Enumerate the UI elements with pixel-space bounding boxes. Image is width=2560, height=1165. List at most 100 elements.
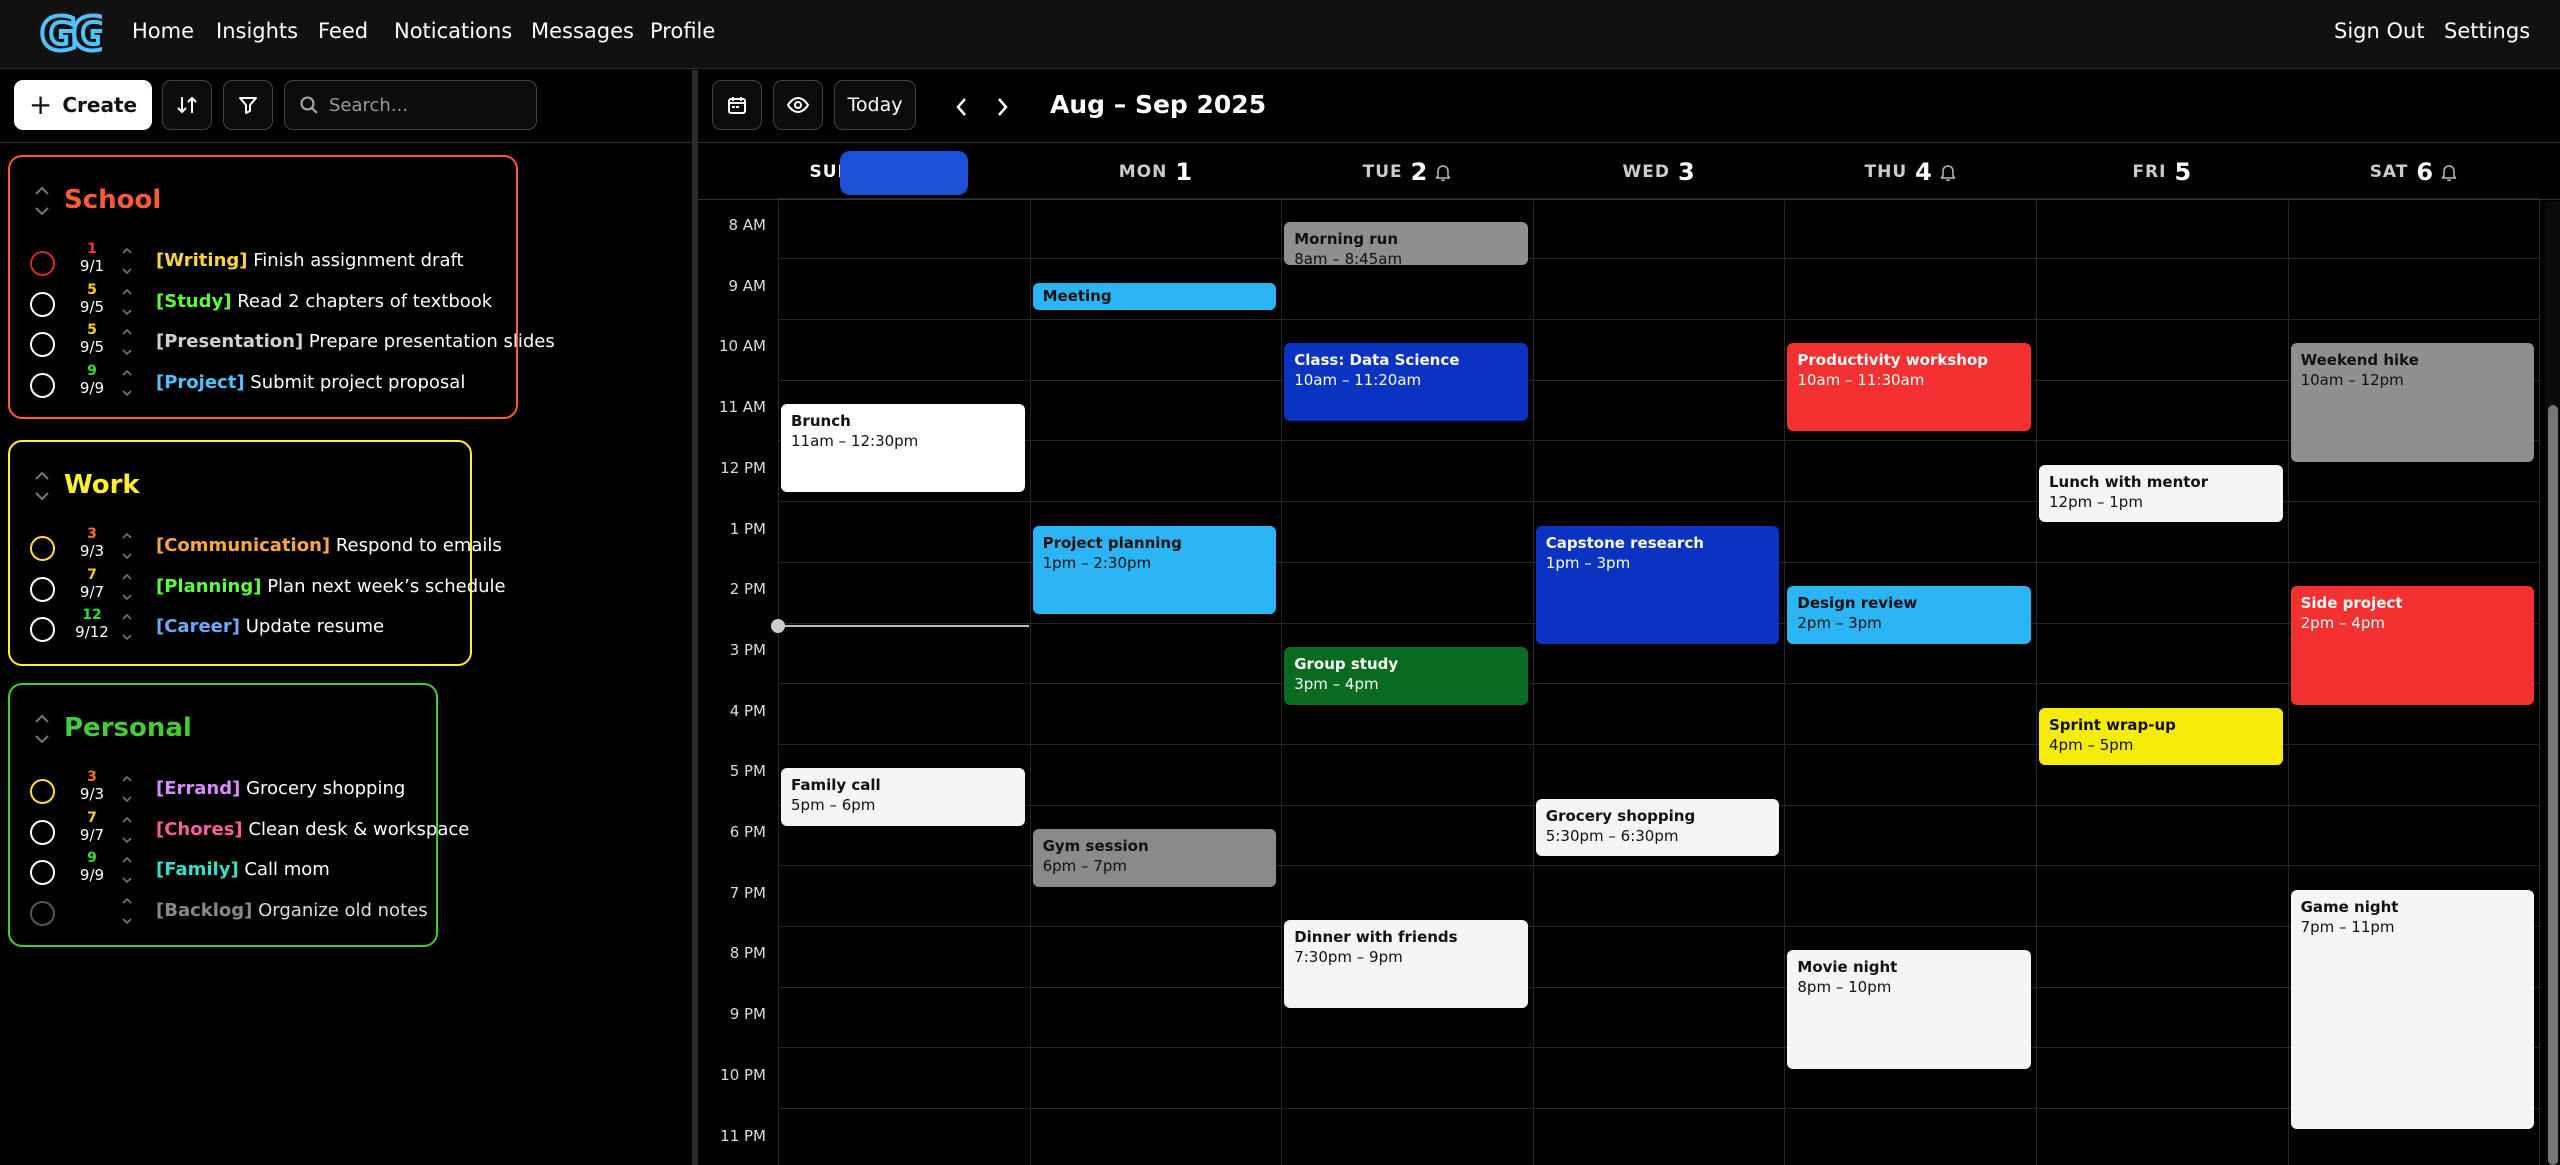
calendar-event[interactable]: Lunch with mentor 12pm – 1pm (2039, 464, 2283, 523)
calendar-event[interactable]: Weekend hike 10am – 12pm (2290, 343, 2535, 462)
task-checkbox[interactable] (30, 372, 55, 398)
calendar-event[interactable]: Class: Data Science 10am – 11:20am (1284, 343, 1528, 422)
day-header-wed[interactable]: WED 3 (1533, 144, 1785, 200)
task-item[interactable]: 12 9/12 [Career] Update resume (10, 607, 470, 647)
task-item[interactable]: 3 9/3 [Communication] Respond to emails (10, 526, 502, 566)
logo[interactable]: GG (40, 10, 102, 58)
task-text: Respond to emails (335, 535, 502, 556)
task-item[interactable]: 9 9/9 [Project] Submit project proposal (10, 363, 516, 403)
task-item[interactable]: 1 9/1 [Writing] Finish assignment draft (10, 241, 516, 281)
task-checkbox[interactable] (30, 536, 55, 561)
create-button[interactable]: + Create (14, 80, 152, 130)
reorder-group-icon[interactable] (32, 466, 52, 506)
hour-label: 3 PM (729, 640, 766, 659)
scrollbar-thumb[interactable] (2548, 405, 2558, 1165)
reorder-group-icon[interactable] (32, 181, 52, 221)
calendar-event[interactable]: Brunch 11am – 12:30pm (781, 404, 1025, 493)
calendar-event[interactable]: Gym session 6pm – 7pm (1032, 829, 1277, 887)
task-checkbox[interactable] (30, 251, 55, 276)
event-title: Game night (2300, 897, 2399, 916)
event-title: Dinner with friends (1294, 928, 1458, 947)
hour-label: 12 PM (720, 458, 766, 477)
day-date: 1 (1175, 158, 1193, 186)
day-header-mon[interactable]: MON 1 (1030, 144, 1282, 200)
reorder-task-icon[interactable] (120, 771, 134, 807)
nav-home[interactable]: Home (132, 19, 194, 43)
bell-icon[interactable] (1435, 163, 1451, 181)
task-checkbox[interactable] (30, 860, 55, 885)
reorder-task-icon[interactable] (120, 609, 134, 645)
calendar-event[interactable]: Morning run 8am – 8:45am (1284, 222, 1528, 265)
search-input[interactable] (329, 81, 529, 129)
hour-label: 11 AM (718, 398, 766, 417)
calendar-event[interactable]: Design review 2pm – 3pm (1787, 586, 2031, 644)
calendar-event[interactable]: Sprint wrap-up 4pm – 5pm (2039, 707, 2283, 766)
nav-notications[interactable]: Notications (394, 19, 512, 43)
visibility-button[interactable] (773, 80, 823, 130)
calendar-event[interactable]: Capstone research 1pm – 3pm (1535, 525, 1780, 644)
reorder-task-icon[interactable] (120, 324, 134, 360)
task-checkbox[interactable] (30, 332, 55, 357)
task-item[interactable]: 5 9/5 [Study] Read 2 chapters of textbook (10, 282, 516, 322)
calendar-event[interactable]: Meeting (1032, 282, 1277, 311)
reorder-task-icon[interactable] (120, 284, 134, 320)
task-item[interactable]: 9 9/9 [Family] Call mom (10, 850, 436, 890)
day-header-fri[interactable]: FRI 5 (2036, 144, 2288, 200)
day-header-sat[interactable]: SAT 6 (2288, 144, 2540, 200)
nav-insights[interactable]: Insights (216, 19, 298, 43)
reorder-task-icon[interactable] (120, 365, 134, 401)
group-title: Work (64, 470, 140, 500)
day-header-tue[interactable]: TUE 2 (1281, 144, 1533, 200)
calendar-event[interactable]: Productivity workshop 10am – 11:30am (1787, 343, 2031, 432)
reorder-task-icon[interactable] (120, 243, 134, 279)
task-text: Grocery shopping (246, 778, 406, 799)
task-item[interactable]: 5 9/5 [Presentation] Prepare presentation … (10, 322, 555, 362)
reorder-task-icon[interactable] (120, 893, 134, 929)
reorder-task-icon[interactable] (120, 852, 134, 888)
today-button[interactable]: Today (834, 80, 916, 130)
reorder-task-icon[interactable] (120, 569, 134, 605)
task-checkbox[interactable] (30, 819, 55, 845)
reorder-task-icon[interactable] (120, 812, 134, 848)
calendar-event[interactable]: Group study 3pm – 4pm (1284, 646, 1528, 705)
calendar-event[interactable]: Movie night 8pm – 10pm (1787, 950, 2031, 1069)
task-checkbox[interactable] (30, 779, 55, 804)
calendar-event[interactable]: Dinner with friends 7:30pm – 9pm (1284, 920, 1528, 1009)
task-checkbox[interactable] (30, 291, 55, 317)
create-label: Create (62, 93, 138, 117)
task-item[interactable]: [Backlog] Organize old notes (10, 891, 436, 931)
task-label: [Study] Read 2 chapters of textbook (156, 291, 492, 312)
task-checkbox[interactable] (30, 617, 55, 642)
nav-sign-out[interactable]: Sign Out (2334, 19, 2425, 43)
task-item[interactable]: 7 9/7 [Planning] Plan next week’s schedule (10, 567, 506, 607)
hour-divider (778, 379, 2540, 381)
day-header-thu[interactable]: THU 4 (1784, 144, 2036, 200)
event-title: Lunch with mentor (2049, 472, 2209, 491)
reorder-group-icon[interactable] (32, 709, 52, 749)
calendar-event[interactable]: Side project 2pm – 4pm (2290, 586, 2535, 705)
calendar-toolbar: Today Aug – Sep 2025 (698, 70, 2560, 143)
calendar-event[interactable]: Game night 7pm – 11pm (2290, 889, 2535, 1130)
bell-icon[interactable] (2441, 163, 2457, 181)
calendar-view-button[interactable] (712, 80, 762, 130)
search-box[interactable] (284, 80, 537, 130)
chevron-right-icon[interactable] (992, 96, 1012, 118)
calendar-event[interactable]: Project planning 1pm – 2:30pm (1032, 525, 1277, 614)
nav-profile[interactable]: Profile (650, 19, 715, 43)
sort-button[interactable] (162, 80, 212, 130)
nav-messages[interactable]: Messages (531, 19, 634, 43)
event-time: 8pm – 10pm (1797, 978, 1892, 997)
task-item[interactable]: 7 9/7 [Chores] Clean desk & workspace (10, 810, 469, 850)
task-item[interactable]: 3 9/3 [Errand] Grocery shopping (10, 769, 436, 809)
nav-feed[interactable]: Feed (318, 19, 368, 43)
reorder-task-icon[interactable] (120, 528, 134, 564)
bell-icon[interactable] (1940, 163, 1956, 181)
calendar-event[interactable]: Grocery shopping 5:30pm – 6:30pm (1535, 798, 1780, 857)
calendar-event[interactable]: Family call 5pm – 6pm (781, 768, 1025, 826)
nav-settings[interactable]: Settings (2444, 19, 2530, 43)
chevron-left-icon[interactable] (952, 96, 972, 118)
task-checkbox[interactable] (30, 900, 55, 926)
filter-button[interactable] (223, 80, 273, 130)
task-group-school: School 1 9/1 [Writing] Finish assignment dr… (8, 155, 555, 419)
task-checkbox[interactable] (30, 576, 55, 602)
